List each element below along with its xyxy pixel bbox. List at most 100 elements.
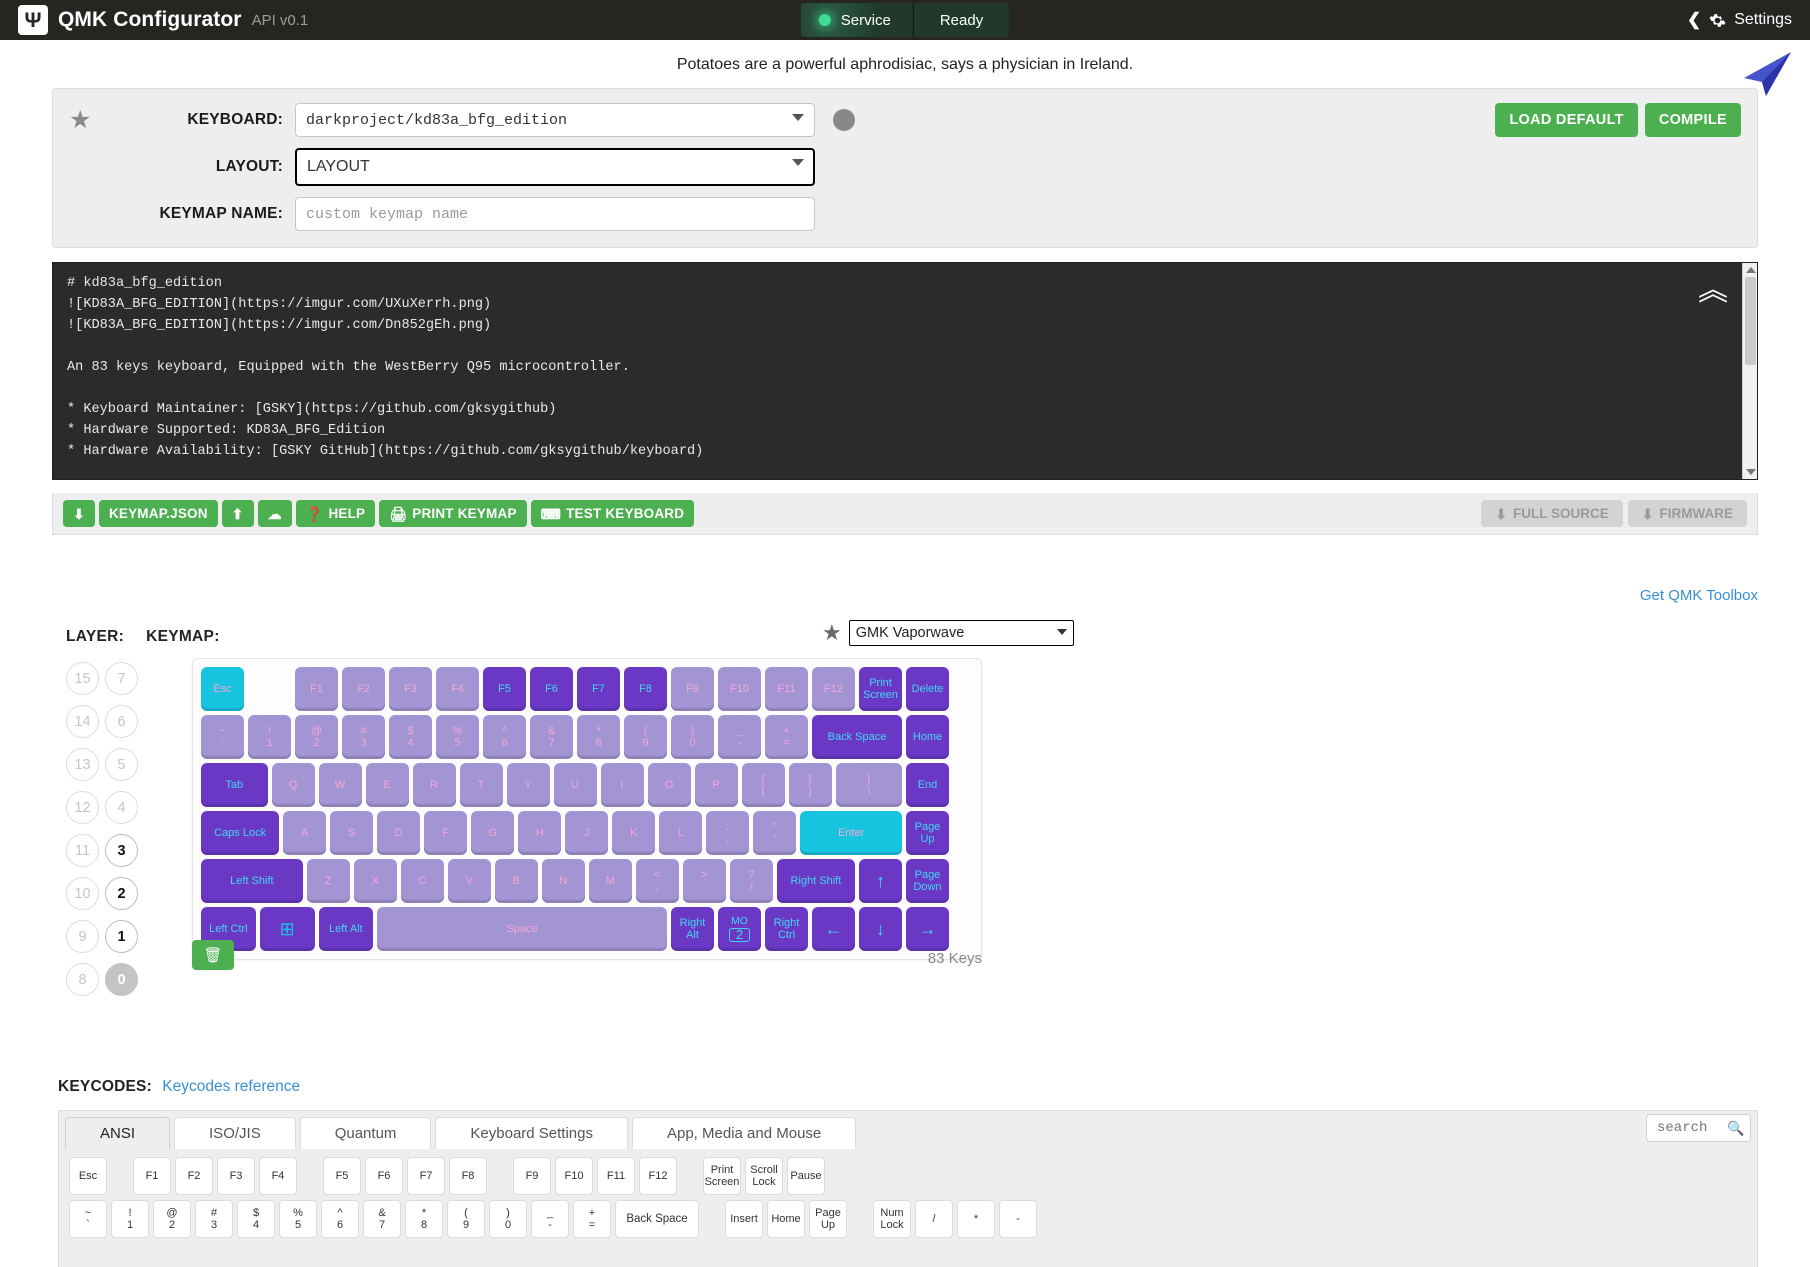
key-0[interactable]: ) 0: [671, 715, 714, 759]
layer-button-3[interactable]: 3: [105, 834, 138, 867]
status-ready[interactable]: Ready: [914, 3, 1009, 37]
keycode-[interactable]: ~ `: [69, 1200, 107, 1238]
key-alt[interactable]: Right Alt: [671, 907, 714, 951]
key-n[interactable]: N: [541, 859, 585, 903]
layer-button-2[interactable]: 2: [105, 877, 138, 910]
key-2[interactable]: MO 2: [718, 907, 761, 951]
layout-select[interactable]: LAYOUT: [295, 148, 815, 186]
key-w[interactable]: W: [318, 763, 362, 807]
key-a[interactable]: A: [283, 811, 327, 855]
layer-button-11[interactable]: 11: [66, 834, 99, 867]
key-back-space[interactable]: Back Space: [812, 715, 902, 759]
key-i[interactable]: I: [600, 763, 644, 807]
key-2[interactable]: @2: [295, 715, 338, 759]
key-[interactable]: >.: [682, 859, 726, 903]
keymap-name-input[interactable]: [295, 197, 815, 231]
key-[interactable]: + =: [765, 715, 808, 759]
tab-quantum[interactable]: Quantum: [299, 1117, 432, 1149]
key-caps-lock[interactable]: Caps Lock: [201, 811, 280, 855]
key-[interactable]: ↓: [859, 907, 902, 951]
key-f12[interactable]: F12: [812, 667, 855, 711]
key-y[interactable]: Y: [506, 763, 550, 807]
keycode-[interactable]: -: [999, 1200, 1037, 1238]
keycode-f8[interactable]: F8: [449, 1157, 487, 1195]
keycode-up[interactable]: Page Up: [809, 1200, 847, 1238]
readme-scrollbar[interactable]: [1742, 262, 1757, 479]
key-9[interactable]: (9: [624, 715, 667, 759]
keycode-f12[interactable]: F12: [639, 1157, 677, 1195]
key-space[interactable]: Space: [377, 907, 667, 951]
test-keyboard-button[interactable]: ⌨ TEST KEYBOARD: [530, 500, 695, 528]
tab-app-media-and-mouse[interactable]: App, Media and Mouse: [631, 1117, 857, 1149]
key-c[interactable]: C: [400, 859, 444, 903]
key-3[interactable]: #3: [342, 715, 385, 759]
key-f11[interactable]: F11: [765, 667, 808, 711]
load-default-button[interactable]: LOAD DEFAULT: [1495, 103, 1638, 137]
key-up[interactable]: Page Up: [906, 811, 949, 855]
keycode-0[interactable]: ) 0: [489, 1200, 527, 1238]
key-screen[interactable]: Print Screen: [859, 667, 902, 711]
keycode-back-space[interactable]: Back Space: [615, 1200, 699, 1238]
tab-keyboard-settings[interactable]: Keyboard Settings: [435, 1117, 628, 1149]
layer-button-8[interactable]: 8: [66, 963, 99, 996]
key-k[interactable]: K: [612, 811, 656, 855]
key-ctrl[interactable]: Right Ctrl: [765, 907, 808, 951]
key-5[interactable]: % 5: [436, 715, 479, 759]
layer-button-5[interactable]: 5: [105, 748, 138, 781]
keycode-7[interactable]: & 7: [363, 1200, 401, 1238]
keycode-4[interactable]: $4: [237, 1200, 275, 1238]
key-f10[interactable]: F10: [718, 667, 761, 711]
key-b[interactable]: B: [494, 859, 538, 903]
keycode-5[interactable]: % 5: [279, 1200, 317, 1238]
key-f4[interactable]: F4: [436, 667, 479, 711]
key-g[interactable]: G: [471, 811, 515, 855]
key-f9[interactable]: F9: [671, 667, 714, 711]
key-[interactable]: {[: [741, 763, 785, 807]
key-end[interactable]: End: [906, 763, 949, 807]
layout-select-wrap[interactable]: LAYOUT: [295, 148, 815, 186]
keycode-f10[interactable]: F10: [555, 1157, 593, 1195]
key-right-shift[interactable]: Right Shift: [776, 859, 855, 903]
key-f6[interactable]: F6: [530, 667, 573, 711]
key-4[interactable]: $4: [389, 715, 432, 759]
key-f5[interactable]: F5: [483, 667, 526, 711]
keycode-f7[interactable]: F7: [407, 1157, 445, 1195]
key-left-alt[interactable]: Left Alt: [318, 907, 374, 951]
key-e[interactable]: E: [365, 763, 409, 807]
layer-button-0[interactable]: 0: [105, 963, 138, 996]
keycode-f4[interactable]: F4: [259, 1157, 297, 1195]
scrollbar-thumb[interactable]: [1745, 276, 1756, 365]
keycode-[interactable]: _ -: [531, 1200, 569, 1238]
print-keymap-button[interactable]: 🖨 PRINT KEYMAP: [379, 500, 527, 528]
layer-button-12[interactable]: 12: [66, 791, 99, 824]
layer-button-15[interactable]: 15: [66, 662, 99, 695]
keycode-2[interactable]: @2: [153, 1200, 191, 1238]
keycode-search[interactable]: 🔍: [1646, 1114, 1751, 1142]
tab-iso-jis[interactable]: ISO/JIS: [174, 1117, 296, 1149]
key-v[interactable]: V: [447, 859, 491, 903]
keycode-9[interactable]: (9: [447, 1200, 485, 1238]
key-r[interactable]: R: [412, 763, 456, 807]
key-m[interactable]: M: [588, 859, 632, 903]
key-1[interactable]: ! 1: [248, 715, 291, 759]
firmware-button[interactable]: ⬇ FIRMWARE: [1627, 500, 1747, 528]
key-[interactable]: ←: [812, 907, 855, 951]
keycode-6[interactable]: ^ 6: [321, 1200, 359, 1238]
key-home[interactable]: Home: [906, 715, 949, 759]
keyboard-select-wrap[interactable]: darkproject/kd83a_bfg_edition: [295, 103, 815, 137]
key-[interactable]: ? /: [729, 859, 773, 903]
status-indicator[interactable]: Service Ready: [800, 3, 1010, 37]
key-f3[interactable]: F3: [389, 667, 432, 711]
key-t[interactable]: T: [459, 763, 503, 807]
keycode-[interactable]: /: [915, 1200, 953, 1238]
keycode-lock[interactable]: Num Lock: [873, 1200, 911, 1238]
full-source-button[interactable]: ⬇ FULL SOURCE: [1481, 500, 1623, 528]
key-esc[interactable]: Esc: [201, 667, 244, 711]
key-down[interactable]: Page Down: [906, 859, 949, 903]
keycode-[interactable]: *: [957, 1200, 995, 1238]
keycode-f11[interactable]: F11: [597, 1157, 635, 1195]
keycode-f2[interactable]: F2: [175, 1157, 213, 1195]
key-l[interactable]: L: [659, 811, 703, 855]
key-f[interactable]: F: [424, 811, 468, 855]
key-left-shift[interactable]: Left Shift: [201, 859, 303, 903]
